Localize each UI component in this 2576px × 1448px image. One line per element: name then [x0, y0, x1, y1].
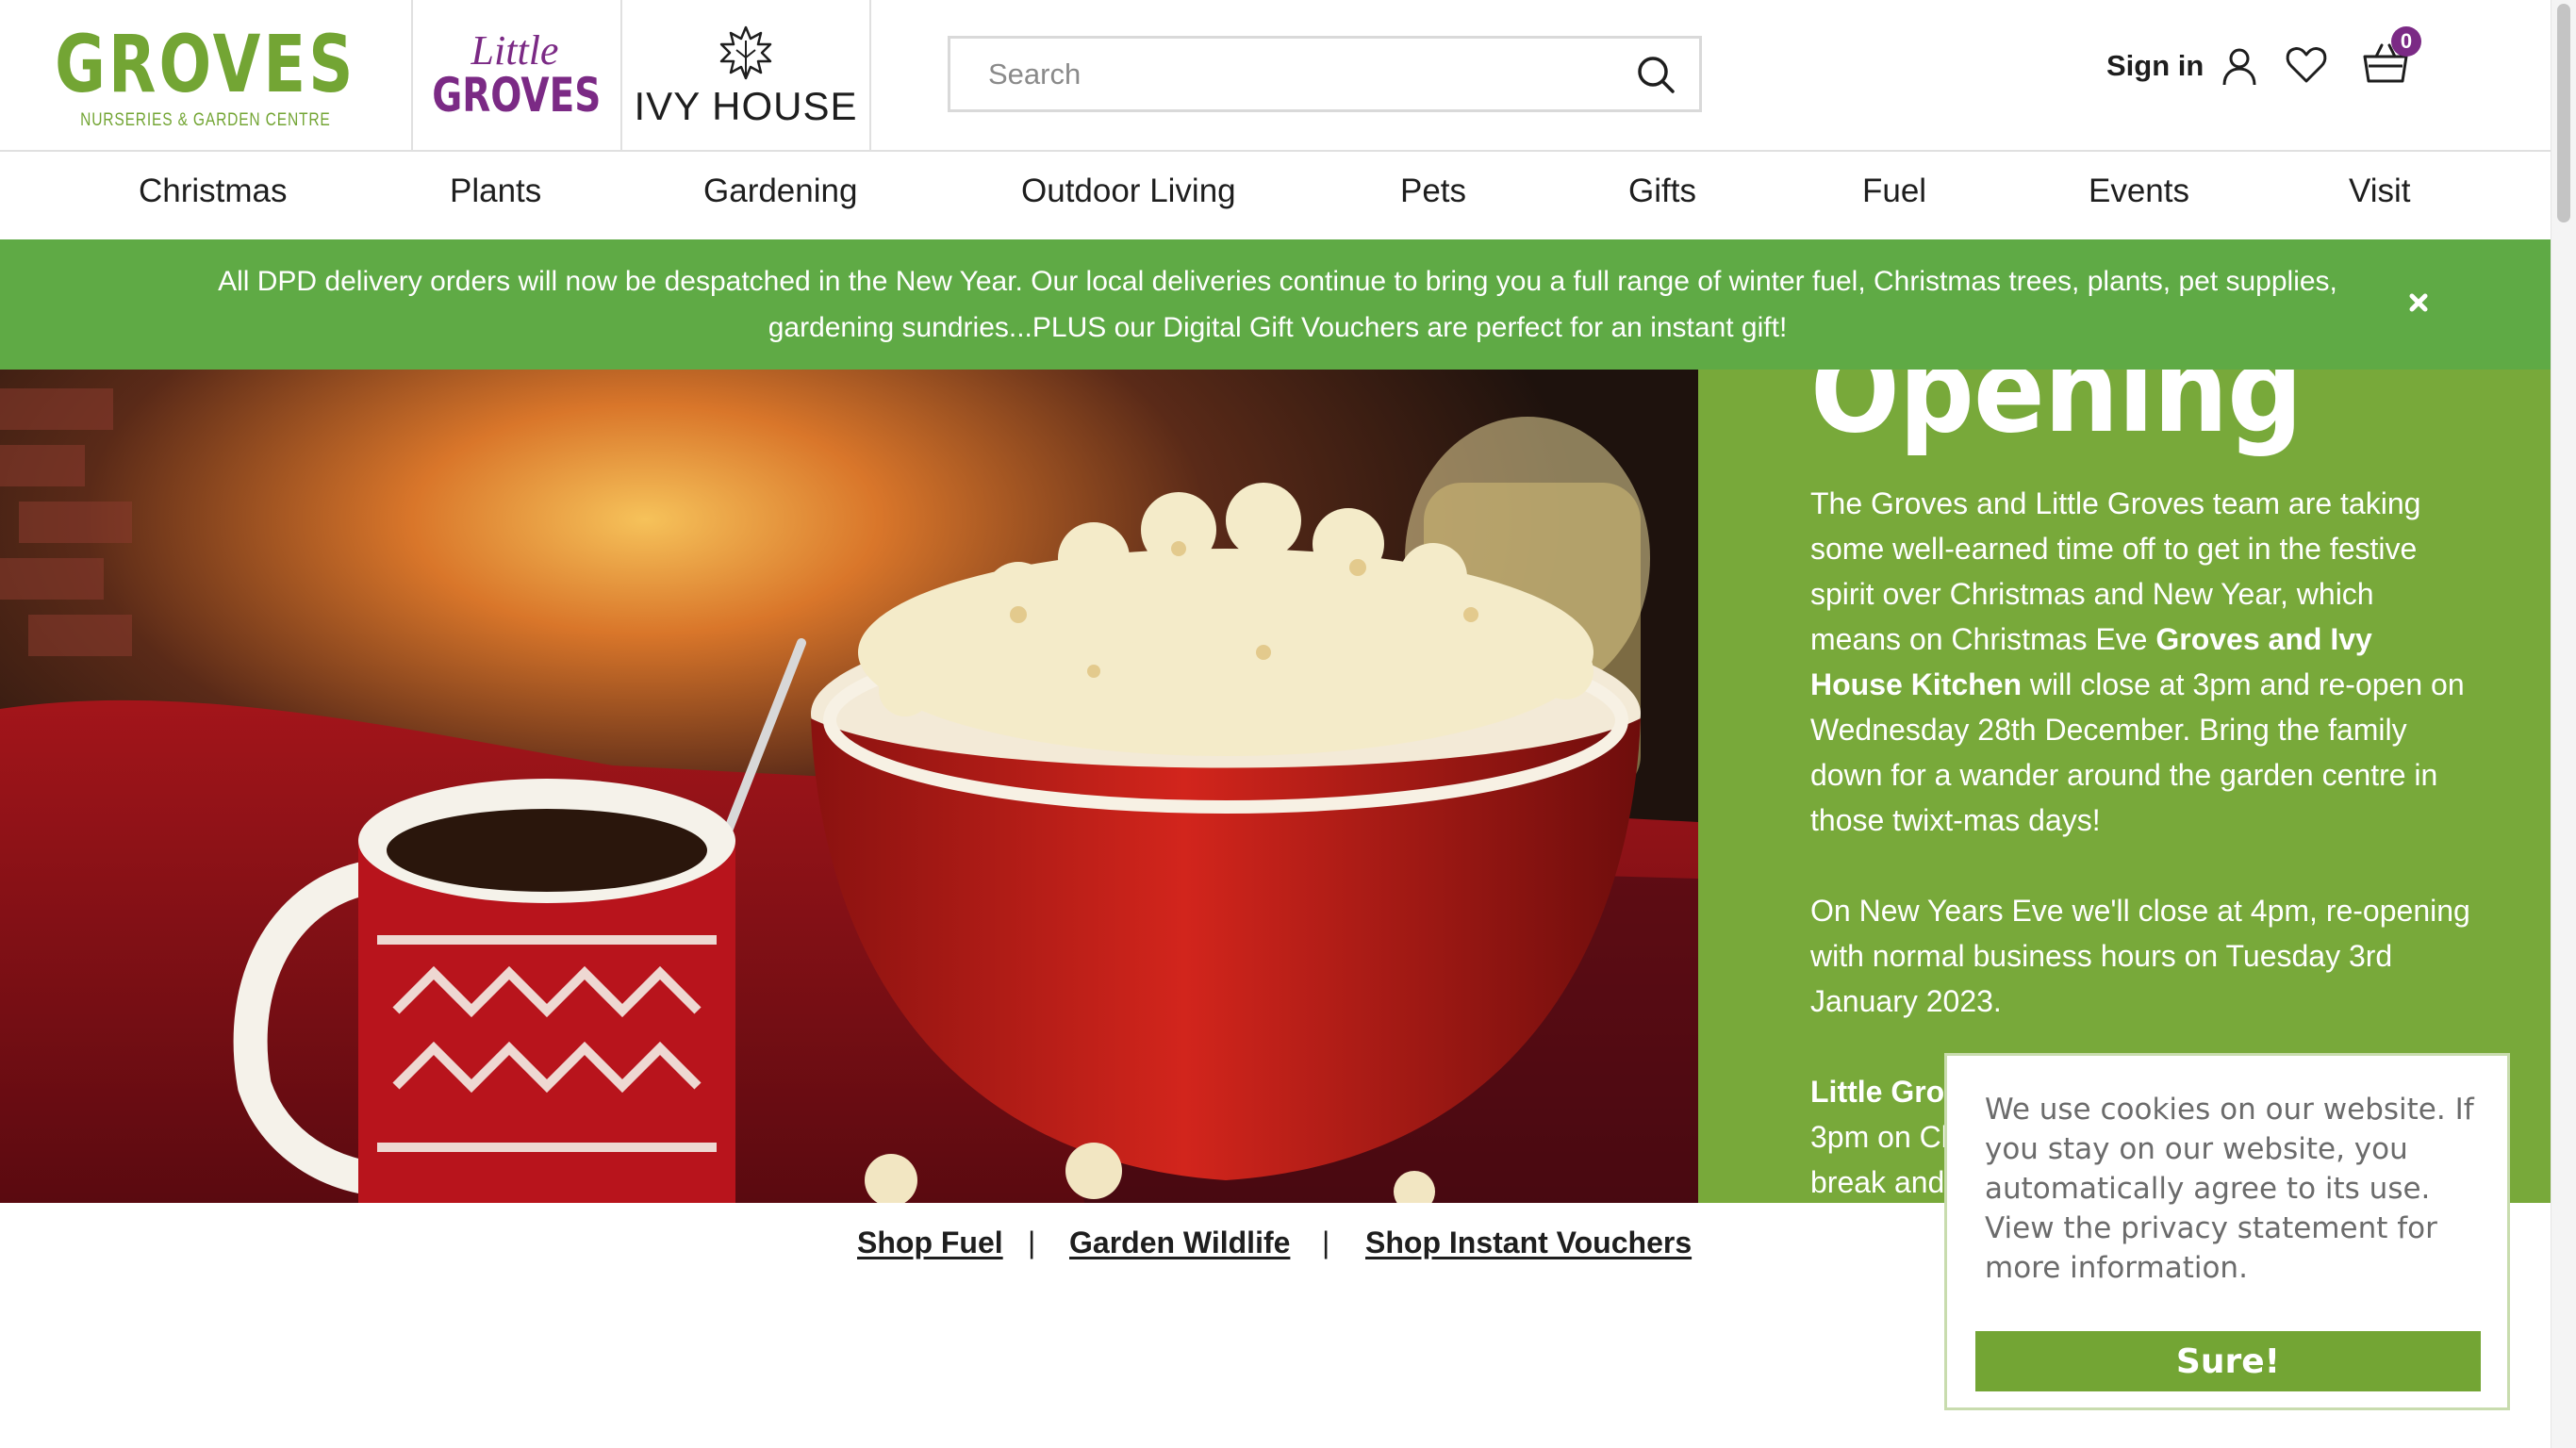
nav-item-fuel[interactable]: Fuel — [1862, 173, 1926, 210]
shop-fuel-link[interactable]: Shop Fuel — [857, 1226, 1003, 1260]
site-header: GROVES NURSERIES & GARDEN CENTRE Little … — [0, 0, 2551, 152]
delivery-notice-line-1: All DPD delivery orders will now be desp… — [218, 266, 2337, 297]
nav-item-gifts[interactable]: Gifts — [1628, 173, 1696, 210]
little-groves-logo[interactable]: Little GROVES — [413, 0, 622, 152]
cart-count-badge: 0 — [2391, 26, 2421, 57]
opening-hours-paragraph-2: On New Years Eve we'll close at 4pm, re-… — [1810, 894, 2470, 1018]
groves-logo[interactable]: GROVES NURSERIES & GARDEN CENTRE — [0, 0, 413, 152]
delivery-notice-text: All DPD delivery orders will now be desp… — [170, 258, 2386, 351]
cookie-message: We use cookies on our website. If you st… — [1985, 1093, 2474, 1285]
nav-item-plants[interactable]: Plants — [450, 173, 541, 210]
little-groves-logo-top: Little — [471, 26, 559, 74]
search-icon[interactable] — [1635, 54, 1676, 95]
nav-item-visit[interactable]: Visit — [2349, 173, 2411, 210]
cookie-accept-button[interactable]: Sure! — [1975, 1331, 2481, 1391]
nav-item-christmas[interactable]: Christmas — [139, 173, 288, 210]
garden-wildlife-link[interactable]: Garden Wildlife — [1069, 1226, 1290, 1260]
nav-item-events[interactable]: Events — [2089, 173, 2189, 210]
groves-logo-text: GROVES — [55, 17, 356, 110]
link-separator: | — [1322, 1226, 1330, 1259]
close-icon[interactable] — [2404, 288, 2433, 317]
ivy-house-logo[interactable]: IVY HOUSE — [622, 0, 871, 152]
main-navigation: Christmas Plants Gardening Outdoor Livin… — [0, 152, 2551, 239]
ivy-leaf-icon — [719, 25, 772, 79]
paragraph-3-bold: Little Gro — [1810, 1075, 1945, 1109]
user-icon — [2222, 48, 2256, 86]
groves-logo-tagline: NURSERIES & GARDEN CENTRE — [80, 109, 331, 130]
wishlist-heart-icon[interactable] — [2284, 41, 2329, 87]
opening-hours-paragraph-1: The Groves and Little Groves team are ta… — [1810, 481, 2470, 843]
page-scrollbar[interactable] — [2551, 0, 2576, 1448]
paragraph-3-line-3: break and — [1810, 1165, 1945, 1199]
nav-item-pets[interactable]: Pets — [1400, 173, 1466, 210]
scrollbar-thumb[interactable] — [2557, 4, 2570, 222]
search-box — [948, 36, 1702, 112]
shop-instant-vouchers-link[interactable]: Shop Instant Vouchers — [1365, 1226, 1692, 1260]
search-input[interactable] — [950, 39, 1610, 109]
nav-item-outdoor-living[interactable]: Outdoor Living — [1021, 173, 1236, 210]
opening-hours-title: Opening — [1810, 370, 2303, 459]
paragraph-3-line-2: 3pm on Cl — [1810, 1120, 1948, 1154]
little-groves-logo-bottom: GROVES — [432, 67, 602, 123]
delivery-notice-banner: All DPD delivery orders will now be desp… — [0, 239, 2551, 370]
nav-item-gardening[interactable]: Gardening — [703, 173, 857, 210]
popcorn-and-mug-by-fireplace-image — [0, 370, 1698, 1203]
sign-in-link[interactable]: Sign in — [2106, 41, 2260, 90]
sign-in-label: Sign in — [2106, 49, 2204, 82]
ivy-house-logo-text: IVY HOUSE — [634, 83, 858, 128]
delivery-notice-line-2: gardening sundries...PLUS our Digital Gi… — [768, 312, 1788, 343]
cookie-consent-popup: We use cookies on our website. If you st… — [1944, 1053, 2510, 1410]
link-separator: | — [1028, 1226, 1036, 1259]
hero-image — [0, 370, 1698, 1203]
